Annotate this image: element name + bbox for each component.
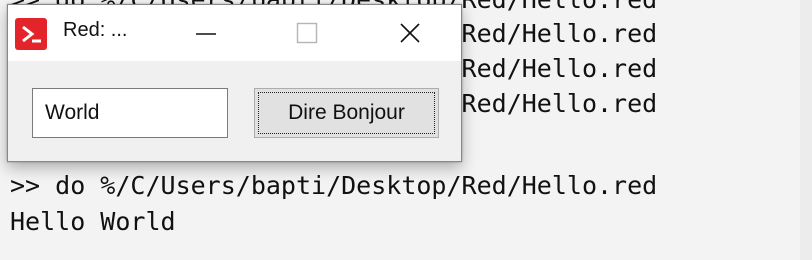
maximize-icon — [296, 22, 318, 44]
button-label: Dire Bonjour — [258, 92, 435, 134]
console-line: Hello World — [10, 207, 176, 236]
window-client-area: Dire Bonjour — [8, 61, 461, 161]
red-app-icon — [15, 18, 47, 50]
window-title: Red: ... — [63, 19, 128, 41]
dire-bonjour-button[interactable]: Dire Bonjour — [254, 88, 439, 138]
name-input[interactable] — [32, 88, 228, 138]
red-window: Red: ... Dire Bonjour — [7, 4, 462, 162]
maximize-button[interactable] — [279, 5, 335, 61]
minimize-icon — [196, 33, 216, 35]
close-button[interactable] — [382, 5, 438, 61]
minimize-button[interactable] — [178, 5, 234, 61]
title-bar[interactable]: Red: ... — [8, 5, 461, 61]
console-scrollbar[interactable] — [800, 0, 812, 260]
console-line: >> do %/C/Users/bapti/Desktop/Red/Hello.… — [10, 171, 658, 200]
close-icon — [400, 23, 420, 43]
